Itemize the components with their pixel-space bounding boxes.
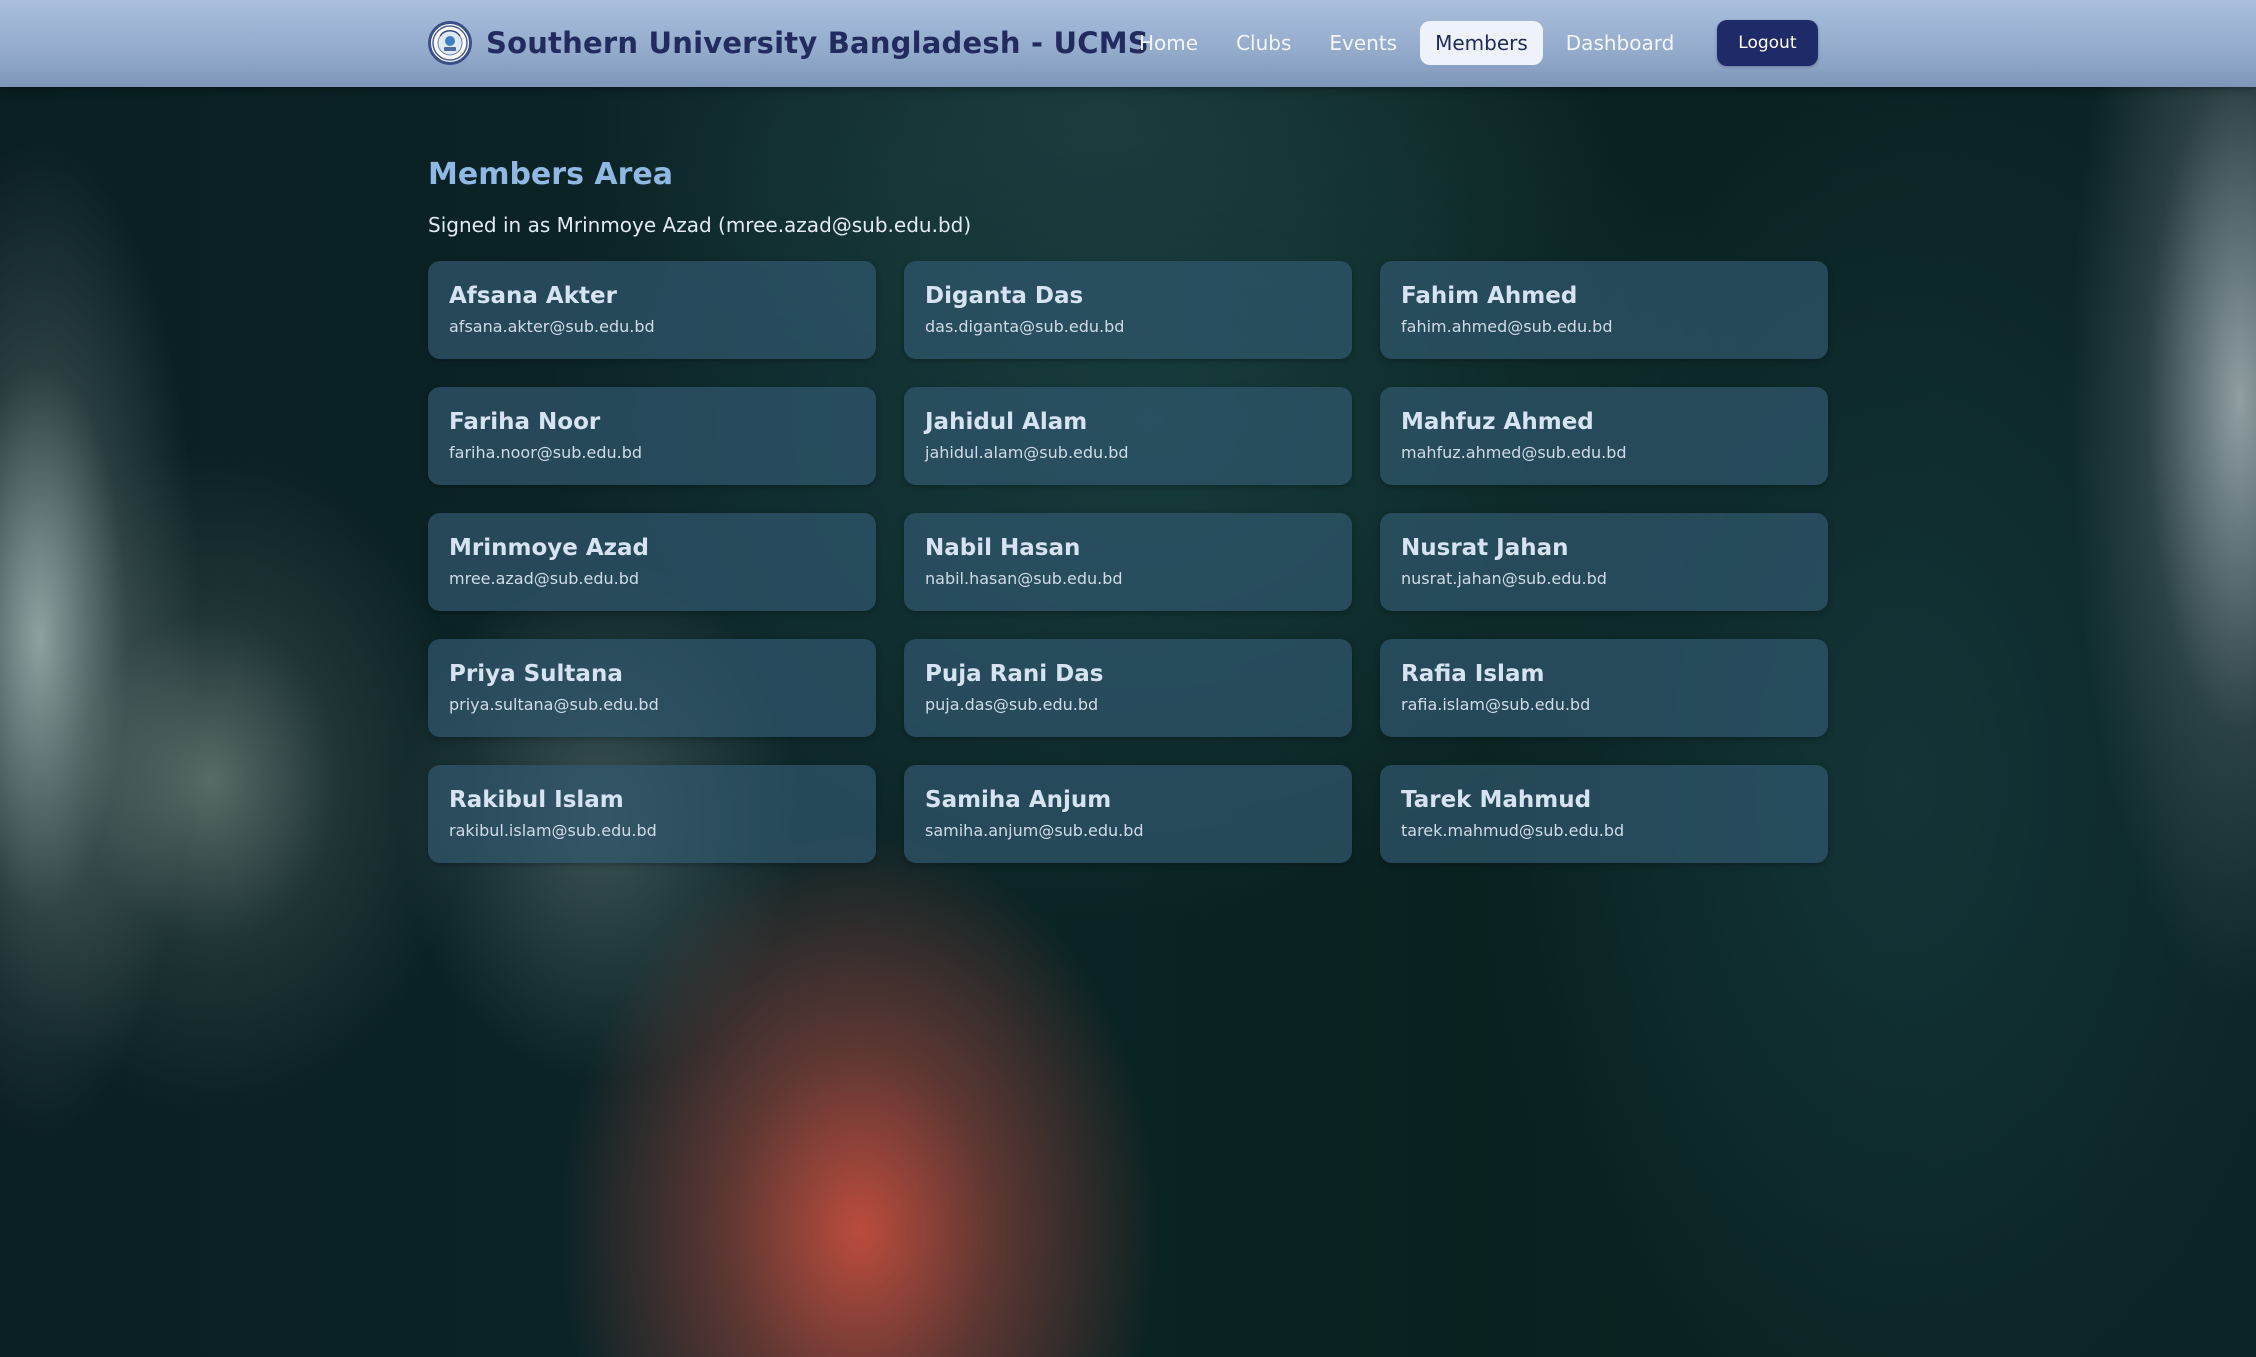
member-card[interactable]: Jahidul Alam jahidul.alam@sub.edu.bd [904,387,1352,485]
member-card[interactable]: Mrinmoye Azad mree.azad@sub.edu.bd [428,513,876,611]
members-area: Members Area Signed in as Mrinmoye Azad … [428,150,1828,863]
member-card[interactable]: Puja Rani Das puja.das@sub.edu.bd [904,639,1352,737]
member-name: Diganta Das [925,283,1084,309]
member-card[interactable]: Samiha Anjum samiha.anjum@sub.edu.bd [904,765,1352,863]
member-card[interactable]: Tarek Mahmud tarek.mahmud@sub.edu.bd [1380,765,1828,863]
member-card[interactable]: Priya Sultana priya.sultana@sub.edu.bd [428,639,876,737]
page-title: Members Area [428,157,673,192]
top-navbar: Southern University Bangladesh - UCMS Ho… [0,0,2256,87]
logout-button[interactable]: Logout [1717,20,1818,66]
member-name: Mahfuz Ahmed [1401,409,1594,435]
brand[interactable]: Southern University Bangladesh - UCMS [428,20,1149,66]
member-email: jahidul.alam@sub.edu.bd [925,443,1129,462]
member-email: das.diganta@sub.edu.bd [925,317,1125,336]
member-name: Mrinmoye Azad [449,535,650,561]
member-email: fahim.ahmed@sub.edu.bd [1401,317,1613,336]
member-email: mahfuz.ahmed@sub.edu.bd [1401,443,1627,462]
member-name: Samiha Anjum [925,787,1112,813]
members-grid: Afsana Akter afsana.akter@sub.edu.bd Dig… [428,261,1828,863]
member-email: nabil.hasan@sub.edu.bd [925,569,1123,588]
nav-members[interactable]: Members [1420,21,1543,65]
member-card[interactable]: Diganta Das das.diganta@sub.edu.bd [904,261,1352,359]
nav-dashboard[interactable]: Dashboard [1551,21,1690,65]
member-email: mree.azad@sub.edu.bd [449,569,640,588]
member-name: Tarek Mahmud [1401,787,1592,813]
signed-in-text: Signed in as Mrinmoye Azad (mree.azad@su… [428,213,972,237]
member-name: Fariha Noor [449,409,601,435]
nav-home[interactable]: Home [1124,21,1213,65]
member-email: afsana.akter@sub.edu.bd [449,317,655,336]
member-name: Rakibul Islam [449,787,624,813]
member-name: Nabil Hasan [925,535,1081,561]
member-card[interactable]: Mahfuz Ahmed mahfuz.ahmed@sub.edu.bd [1380,387,1828,485]
member-email: puja.das@sub.edu.bd [925,695,1099,714]
member-email: priya.sultana@sub.edu.bd [449,695,659,714]
member-name: Puja Rani Das [925,661,1104,687]
member-card[interactable]: Fariha Noor fariha.noor@sub.edu.bd [428,387,876,485]
member-name: Jahidul Alam [925,409,1088,435]
member-card[interactable]: Rakibul Islam rakibul.islam@sub.edu.bd [428,765,876,863]
nav-events[interactable]: Events [1314,21,1412,65]
member-card[interactable]: Rafia Islam rafia.islam@sub.edu.bd [1380,639,1828,737]
member-email: samiha.anjum@sub.edu.bd [925,821,1144,840]
member-card[interactable]: Nusrat Jahan nusrat.jahan@sub.edu.bd [1380,513,1828,611]
main-nav: Home Clubs Events Members Dashboard Logo… [1124,20,1818,66]
member-email: rakibul.islam@sub.edu.bd [449,821,657,840]
member-name: Afsana Akter [449,283,617,309]
nav-clubs[interactable]: Clubs [1221,21,1306,65]
member-name: Fahim Ahmed [1401,283,1578,309]
member-card[interactable]: Afsana Akter afsana.akter@sub.edu.bd [428,261,876,359]
member-name: Rafia Islam [1401,661,1545,687]
member-email: nusrat.jahan@sub.edu.bd [1401,569,1607,588]
member-email: rafia.islam@sub.edu.bd [1401,695,1591,714]
brand-title: Southern University Bangladesh - UCMS [486,26,1149,60]
member-card[interactable]: Nabil Hasan nabil.hasan@sub.edu.bd [904,513,1352,611]
member-email: tarek.mahmud@sub.edu.bd [1401,821,1625,840]
member-card[interactable]: Fahim Ahmed fahim.ahmed@sub.edu.bd [1380,261,1828,359]
member-email: fariha.noor@sub.edu.bd [449,443,643,462]
member-name: Priya Sultana [449,661,623,687]
university-seal-icon [428,21,472,65]
member-name: Nusrat Jahan [1401,535,1569,561]
